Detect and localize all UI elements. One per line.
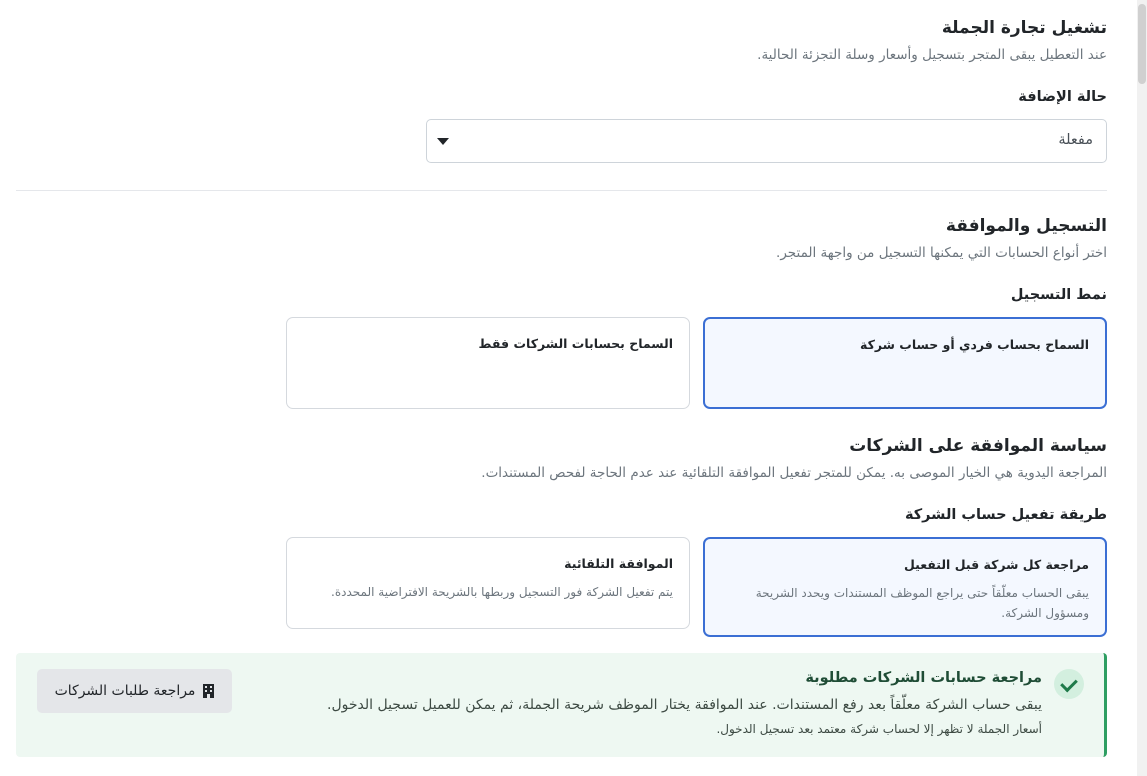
caret-down-icon [437, 138, 449, 145]
section-divider [16, 190, 1107, 191]
activation-method-label: طريقة تفعيل حساب الشركة [904, 507, 1107, 523]
settings-page: تشغيل تجارة الجملة عند التعطيل يبقى المت… [0, 0, 1147, 776]
building-icon [203, 684, 215, 698]
wholesale-section-title: تشغيل تجارة الجملة [941, 18, 1107, 38]
registration-section-title: التسجيل والموافقة [945, 216, 1107, 236]
approval-section-description: المراجعة اليدوية هي الخيار الموصى به. يم… [481, 465, 1107, 481]
page-scrollbar[interactable] [1137, 0, 1147, 776]
option-description: يبقى الحساب معلّقاً حتى يراجع الموظف الم… [755, 586, 1089, 620]
status-field-label: حالة الإضافة [1018, 89, 1107, 105]
status-select-value: مفعلة [1058, 132, 1093, 148]
scrollbar-thumb[interactable] [1138, 4, 1146, 84]
registration-option-individual-or-company[interactable]: السماح بحساب فردي أو حساب شركة [703, 317, 1107, 409]
review-company-requests-button[interactable]: مراجعة طلبات الشركات [37, 669, 232, 713]
company-review-alert: مراجعة حسابات الشركات مطلوبة يبقى حساب ا… [16, 653, 1107, 757]
settings-content: تشغيل تجارة الجملة عند التعطيل يبقى المت… [16, 0, 1107, 776]
option-title: مراجعة كل شركة قبل التفعيل [903, 557, 1089, 572]
option-description: يتم تفعيل الشركة فور التسجيل وربطها بالش… [331, 585, 673, 599]
approval-option-auto-approve[interactable]: الموافقة التلقائية يتم تفعيل الشركة فور … [286, 537, 690, 629]
registration-section-description: اختر أنواع الحسابات التي يمكنها التسجيل … [776, 245, 1107, 261]
approval-option-manual-review[interactable]: مراجعة كل شركة قبل التفعيل يبقى الحساب م… [703, 537, 1107, 637]
review-button-label: مراجعة طلبات الشركات [54, 683, 196, 699]
alert-text: يبقى حساب الشركة معلّقاً بعد رفع المستند… [327, 697, 1042, 713]
option-title: الموافقة التلقائية [564, 556, 673, 571]
check-icon [1054, 669, 1084, 699]
option-title: السماح بحسابات الشركات فقط [478, 336, 673, 351]
alert-title: مراجعة حسابات الشركات مطلوبة [805, 670, 1042, 686]
registration-option-company-only[interactable]: السماح بحسابات الشركات فقط [286, 317, 690, 409]
status-select[interactable]: مفعلة [426, 119, 1107, 163]
registration-mode-label: نمط التسجيل [1010, 287, 1107, 303]
alert-note: أسعار الجملة لا تظهر إلا لحساب شركة معتم… [716, 722, 1042, 736]
option-title: السماح بحساب فردي أو حساب شركة [859, 337, 1089, 352]
approval-section-title: سياسة الموافقة على الشركات [849, 436, 1107, 456]
wholesale-section-description: عند التعطيل يبقى المتجر بتسجيل وأسعار وس… [757, 47, 1107, 63]
